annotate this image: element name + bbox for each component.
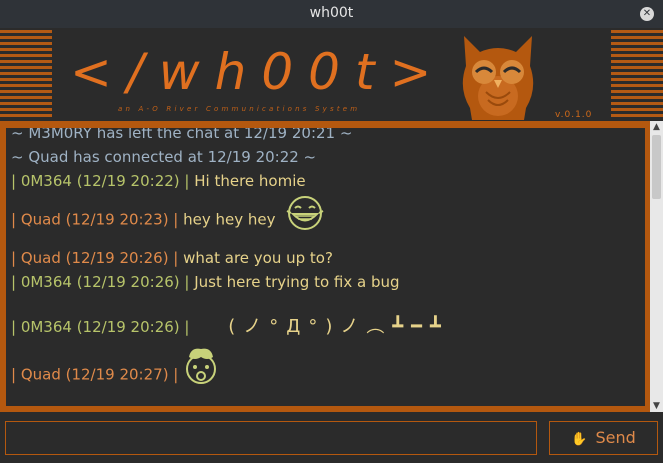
message-input[interactable] [5,421,537,455]
chat-message: | 0M364 (12/19 20:22) | Hi there homie [11,172,306,190]
message-prefix: | 0M364 (12/19 20:26) | [11,273,195,291]
close-icon[interactable]: ✕ [640,7,654,21]
message-prefix: | 0M364 (12/19 20:26) | [11,318,195,336]
message-text: Hi there homie [194,172,306,190]
chat-message: | Quad (12/19 20:27) | [11,348,219,385]
laughing-face-icon [286,196,324,230]
message-prefix: | Quad (12/19 20:26) | [11,249,184,267]
owl-logo-icon [462,36,534,120]
exploding-head-icon [186,348,217,384]
right-stripes [611,30,663,118]
message-prefix: | Quad (12/19 20:27) | [11,365,184,384]
version-label: v.0.1.0 [555,110,593,120]
scroll-thumb[interactable] [652,135,661,199]
send-label: Send [595,428,636,447]
message-text: (ノ°Д°)ノ︵┻━┻ [228,316,449,337]
banner: </wh00t> an A-O River Communications Sys… [0,28,663,121]
scroll-up-icon[interactable]: ▲ [650,121,663,133]
chat-message: | Quad (12/19 20:23) | hey hey hey [11,196,326,231]
chat-message: | 0M364 (12/19 20:26) | (ノ°Д°)ノ︵┻━┻ [11,312,449,338]
message-text: Just here trying to fix a bug [194,273,400,291]
message-text: hey hey hey [183,210,276,229]
scroll-down-icon[interactable]: ▼ [650,400,663,412]
chat-message: | 0M364 (12/19 20:26) | Just here trying… [11,273,400,291]
hand-icon: ✋ [571,432,588,447]
logo-text: </wh00t> [70,43,447,101]
left-stripes [0,30,52,118]
message-text: what are you up to? [183,249,333,267]
message-prefix: | 0M364 (12/19 20:22) | [11,172,195,190]
send-button[interactable]: ✋ Send [549,421,658,455]
chat-frame: ~ M3M0RY has left the chat at 12/19 20:2… [0,121,663,412]
system-message: ~ Quad has connected at 12/19 20:22 ~ [11,148,317,166]
chat-scrollbar[interactable]: ▲ ▼ [650,121,663,412]
system-message: ~ M3M0RY has left the chat at 12/19 20:2… [11,128,353,142]
title-bar: wh00t ✕ [0,0,663,28]
tagline: an A-O River Communications System [118,105,361,113]
chat-log[interactable]: ~ M3M0RY has left the chat at 12/19 20:2… [6,128,645,406]
chat-message: | Quad (12/19 20:26) | what are you up t… [11,249,333,267]
compose-bar: ✋ Send [0,412,663,463]
message-prefix: | Quad (12/19 20:23) | [11,210,184,229]
window-title: wh00t [309,5,354,21]
